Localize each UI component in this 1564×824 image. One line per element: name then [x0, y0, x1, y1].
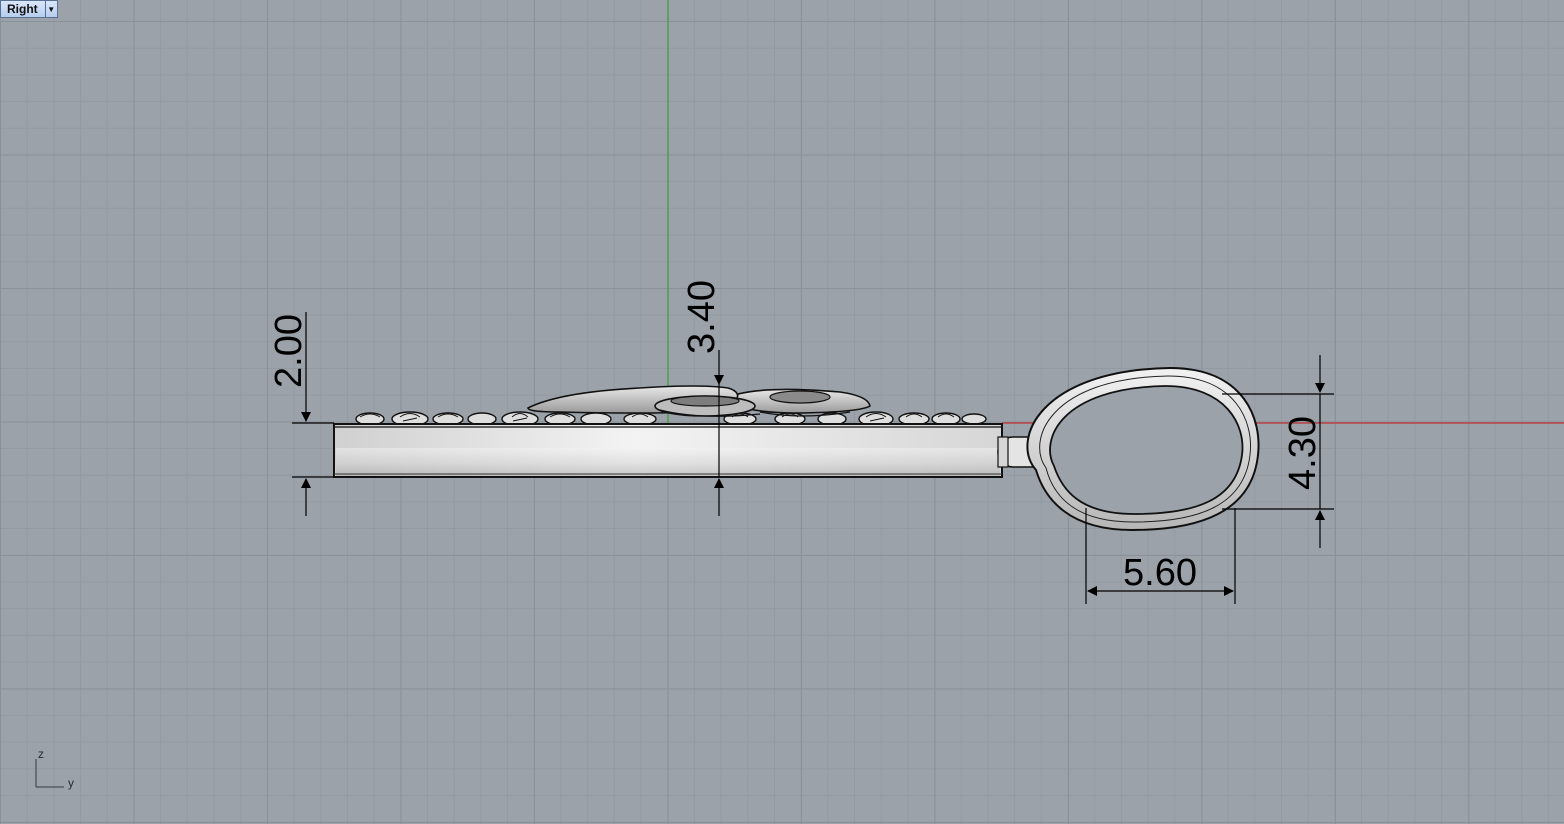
dimension-label-5-60: 5.60	[1123, 552, 1197, 594]
bail-loop-inner	[1049, 385, 1244, 515]
scene: 2.00 3.40 4.30 5.60 z y	[35, 0, 1564, 790]
side-dome	[769, 390, 831, 404]
axis-gizmo: z y	[35, 747, 74, 790]
viewport-name[interactable]: Right	[1, 1, 45, 17]
viewport-title-tab[interactable]: Right ▼	[0, 0, 58, 18]
base-plate-shade	[336, 448, 1000, 476]
axis-label-y: y	[68, 776, 74, 790]
dimension-label-4-30: 4.30	[1282, 416, 1324, 490]
dimension-label-2-00: 2.00	[268, 314, 310, 388]
pendant-model[interactable]	[333, 366, 1260, 532]
axis-label-z: z	[38, 747, 44, 761]
triangle-down-icon[interactable]: ▼	[44, 1, 57, 17]
bail-connector-cap	[997, 436, 1009, 468]
right-viewport[interactable]: Right ▼ 2.00 3.40 4.30 5.60 z y	[0, 0, 1564, 824]
dimension-base-thickness[interactable]: 2.00	[268, 312, 334, 516]
central-dome-inner	[670, 395, 740, 407]
dimension-label-3-40: 3.40	[681, 280, 723, 354]
